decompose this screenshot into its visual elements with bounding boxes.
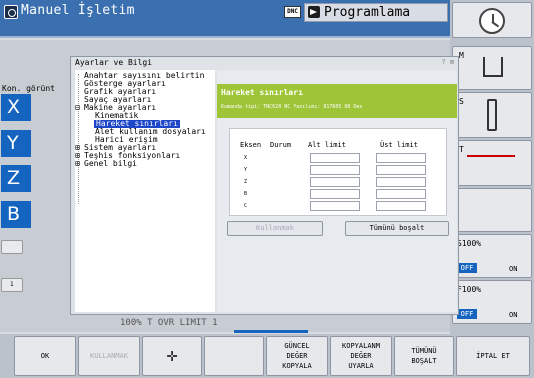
spindle-off-badge: OFF (457, 263, 477, 273)
tree-guide (78, 74, 79, 204)
dialog-window-controls[interactable]: ? ⊠ (441, 58, 454, 66)
tree-expand-icon[interactable]: ⊟ (75, 104, 80, 112)
column-header: Üst limit (380, 141, 418, 149)
axis-row-label: Y (244, 167, 248, 173)
m-function-icon (483, 57, 503, 77)
axis-row-label: Z (244, 179, 248, 185)
programming-icon (308, 6, 320, 18)
upper-limit-z-field[interactable] (376, 177, 426, 187)
top-bar: Manuel İşletim DNC Programlama (0, 0, 450, 38)
mode-title: Manuel İşletim (21, 3, 135, 18)
feed-override-value: F100% (457, 285, 482, 294)
cnc-screen: Manuel İşletim DNC Programlama Kon. görü… (0, 0, 534, 378)
spindle-icon (487, 99, 497, 131)
apply-button[interactable]: Kullanmak (227, 221, 323, 236)
manual-mode-icon (4, 5, 18, 19)
panel-subtitle: Kumanda tipi: TNC620 NC Yazılımı: 817605… (221, 104, 363, 110)
ok-softkey[interactable]: OK (14, 336, 76, 376)
s-label: S (459, 97, 464, 106)
status-strip: 100% T OVR LIMIT 1 (120, 318, 218, 328)
panel-header: Hareket sınırları Kumanda tipi: TNC620 N… (217, 84, 457, 118)
crosshair-icon: ✛ (166, 345, 178, 366)
axis-b-button[interactable]: B (1, 201, 31, 228)
spindle-override-button[interactable]: S100% OFF ON (452, 234, 532, 278)
lower-limit-b-field[interactable] (310, 189, 360, 199)
tool-change-icon (467, 155, 515, 157)
spindle-override-value: S100% (457, 239, 482, 248)
programming-tab[interactable]: Programlama (304, 3, 448, 22)
collapse-icon[interactable] (1, 240, 23, 254)
lower-limit-z-field[interactable] (310, 177, 360, 187)
column-header: Alt limit (308, 141, 346, 149)
axis-z-button[interactable]: Z (1, 165, 31, 192)
lower-limit-c-field[interactable] (310, 201, 360, 211)
clock-button[interactable] (452, 2, 532, 38)
m-function-button[interactable]: M (452, 46, 532, 90)
upper-limit-y-field[interactable] (376, 165, 426, 175)
dialog-title: Ayarlar ve Bilgi (71, 57, 458, 69)
axis-x-button[interactable]: X (1, 94, 31, 121)
t-tool-button[interactable]: T (452, 140, 532, 186)
cancel-softkey[interactable]: İPTAL ET (456, 336, 530, 376)
lower-limit-y-field[interactable] (310, 165, 360, 175)
tool-indicator: 1 (1, 278, 23, 292)
feed-override-button[interactable]: F100% OFF ON (452, 280, 532, 324)
column-header: Eksen (240, 141, 262, 149)
blank-softkey[interactable] (452, 188, 532, 232)
dnc-icon: DNC (284, 6, 301, 18)
s-spindle-button[interactable]: S (452, 92, 532, 138)
clear-all-button[interactable]: Tümünü boşalt (345, 221, 449, 236)
upper-limit-x-field[interactable] (376, 153, 426, 163)
settings-tree: Anahtar sayısını belirtin Gösterge ayarl… (75, 70, 215, 312)
settings-dialog: Ayarlar ve Bilgi ? ⊠ Anahtar sayısını be… (70, 56, 459, 315)
clock-icon (479, 8, 505, 34)
tree-item[interactable]: Genel bilgi (84, 160, 137, 168)
copy-current-value-softkey[interactable]: GÜNCEL DEĞER KOPYALA (266, 336, 328, 376)
lower-limit-x-field[interactable] (310, 153, 360, 163)
position-display-label: Kon. görünt (2, 84, 55, 93)
axis-row-label: B (244, 191, 248, 197)
axis-row-label: X (244, 155, 248, 161)
axis-y-button[interactable]: Y (1, 130, 31, 157)
t-label: T (459, 145, 464, 154)
progress-bar (234, 330, 308, 333)
spindle-on-label: ON (509, 265, 518, 273)
panel-title: Hareket sınırları (221, 88, 303, 97)
column-header: Durum (270, 141, 292, 149)
blank-softkey[interactable] (204, 336, 264, 376)
crosshair-softkey[interactable]: ✛ (142, 336, 202, 376)
apply-softkey[interactable]: KULLANMAK (78, 336, 140, 376)
upper-limit-b-field[interactable] (376, 189, 426, 199)
clear-all-softkey[interactable]: TÜMÜNÜ BOŞALT (394, 336, 454, 376)
programming-tab-label: Programlama (324, 5, 411, 20)
tree-expand-icon[interactable]: ⊞ (75, 160, 80, 168)
upper-limit-c-field[interactable] (376, 201, 426, 211)
motion-limits-panel: Hareket sınırları Kumanda tipi: TNC620 N… (217, 70, 457, 312)
apply-copied-value-softkey[interactable]: KOPYALANM DEĞER UYARLA (330, 336, 392, 376)
feed-on-label: ON (509, 311, 518, 319)
m-label: M (459, 51, 464, 60)
feed-off-badge: OFF (457, 309, 477, 319)
limits-table: Eksen Durum Alt limit Üst limit X Y Z B … (229, 128, 447, 216)
axis-row-label: C (244, 203, 248, 209)
